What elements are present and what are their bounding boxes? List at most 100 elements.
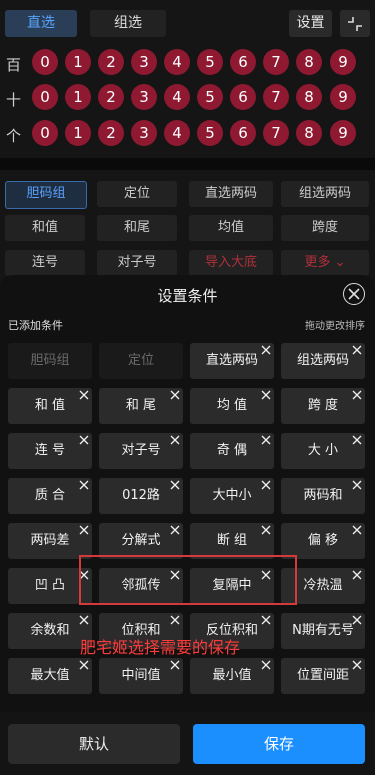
condition-chip[interactable]: 连 号 [8,433,92,469]
tab-group[interactable]: 组选 [90,10,166,37]
condition-chip[interactable]: N期有无号 [281,613,365,649]
condition-chip[interactable]: 定位 [99,343,183,379]
digit-ball[interactable]: 7 [263,49,289,75]
condition-chip[interactable]: 均 值 [190,388,274,424]
remove-icon[interactable] [79,480,89,490]
remove-icon[interactable] [261,570,271,580]
remove-icon[interactable] [352,570,362,580]
remove-icon[interactable] [261,435,271,445]
digit-ball[interactable]: 7 [263,84,289,110]
digit-ball[interactable]: 2 [98,120,124,146]
digit-ball[interactable]: 5 [197,120,223,146]
condition-chip[interactable]: 断 组 [190,523,274,559]
condition-chip[interactable]: 位积和 [99,613,183,649]
digit-ball[interactable]: 8 [296,120,322,146]
digit-ball[interactable]: 3 [131,49,157,75]
condition-chip[interactable]: 直选两码 [190,343,274,379]
remove-icon[interactable] [170,570,180,580]
remove-icon[interactable] [79,660,89,670]
remove-icon[interactable] [261,480,271,490]
digit-ball[interactable]: 0 [32,120,58,146]
condition-chip[interactable]: 冷热温 [281,568,365,604]
condition-button[interactable]: 直选两码 [189,181,273,207]
digit-ball[interactable]: 5 [197,84,223,110]
remove-icon[interactable] [261,525,271,535]
digit-ball[interactable]: 4 [164,120,190,146]
remove-icon[interactable] [79,615,89,625]
condition-chip[interactable]: 奇 偶 [190,433,274,469]
remove-icon[interactable] [352,525,362,535]
digit-ball[interactable]: 6 [230,49,256,75]
remove-icon[interactable] [170,480,180,490]
condition-button[interactable]: 导入大底 [189,250,273,276]
condition-chip[interactable]: 胆码组 [8,343,92,379]
digit-ball[interactable]: 1 [65,49,91,75]
remove-icon[interactable] [261,660,271,670]
condition-chip[interactable]: 大中小 [190,478,274,514]
condition-chip[interactable]: 组选两码 [281,343,365,379]
remove-icon[interactable] [79,390,89,400]
condition-button[interactable]: 胆码组 [5,181,87,209]
digit-ball[interactable]: 8 [296,84,322,110]
condition-chip[interactable]: 凹 凸 [8,568,92,604]
remove-icon[interactable] [170,525,180,535]
condition-chip[interactable]: 对子号 [99,433,183,469]
condition-button[interactable]: 连号 [5,250,85,276]
remove-icon[interactable] [170,615,180,625]
digit-ball[interactable]: 3 [131,120,157,146]
save-button[interactable]: 保存 [193,724,365,764]
remove-icon[interactable] [170,435,180,445]
digit-ball[interactable]: 3 [131,84,157,110]
condition-chip[interactable]: 位置间距 [281,658,365,694]
digit-ball[interactable]: 1 [65,120,91,146]
condition-chip[interactable]: 余数和 [8,613,92,649]
digit-ball[interactable]: 0 [32,49,58,75]
condition-chip[interactable]: 两码和 [281,478,365,514]
condition-button[interactable]: 和尾 [97,215,177,241]
condition-button[interactable]: 和值 [5,215,85,241]
tab-direct[interactable]: 直选 [5,10,77,37]
condition-chip[interactable]: 和 值 [8,388,92,424]
remove-icon[interactable] [352,345,362,355]
digit-ball[interactable]: 4 [164,49,190,75]
remove-icon[interactable] [352,435,362,445]
remove-icon[interactable] [170,660,180,670]
remove-icon[interactable] [352,390,362,400]
remove-icon[interactable] [79,435,89,445]
condition-chip[interactable]: 分解式 [99,523,183,559]
digit-ball[interactable]: 4 [164,84,190,110]
remove-icon[interactable] [79,570,89,580]
remove-icon[interactable] [352,660,362,670]
condition-button[interactable]: 更多 ⌄ [281,250,369,276]
digit-ball[interactable]: 6 [230,84,256,110]
digit-ball[interactable]: 9 [330,84,356,110]
digit-ball[interactable]: 0 [32,84,58,110]
condition-chip[interactable]: 大 小 [281,433,365,469]
digit-ball[interactable]: 9 [330,49,356,75]
condition-chip[interactable]: 邻孤传 [99,568,183,604]
condition-chip[interactable]: 和 尾 [99,388,183,424]
digit-ball[interactable]: 1 [65,84,91,110]
condition-button[interactable]: 定位 [97,181,177,207]
remove-icon[interactable] [79,525,89,535]
remove-icon[interactable] [261,390,271,400]
digit-ball[interactable]: 6 [230,120,256,146]
remove-icon[interactable] [261,345,271,355]
default-button[interactable]: 默认 [8,724,180,764]
remove-icon[interactable] [261,615,271,625]
condition-chip[interactable]: 复隔中 [190,568,274,604]
condition-chip[interactable]: 两码差 [8,523,92,559]
settings-button[interactable]: 设置 [289,10,332,37]
digit-ball[interactable]: 2 [98,84,124,110]
digit-ball[interactable]: 8 [296,49,322,75]
condition-chip[interactable]: 跨 度 [281,388,365,424]
close-button[interactable] [343,283,365,305]
remove-icon[interactable] [170,390,180,400]
condition-button[interactable]: 均值 [189,215,273,241]
digit-ball[interactable]: 5 [197,49,223,75]
condition-chip[interactable]: 最小值 [190,658,274,694]
digit-ball[interactable]: 7 [263,120,289,146]
condition-chip[interactable]: 反位积和 [190,613,274,649]
condition-chip[interactable]: 偏 移 [281,523,365,559]
condition-chip[interactable]: 最大值 [8,658,92,694]
